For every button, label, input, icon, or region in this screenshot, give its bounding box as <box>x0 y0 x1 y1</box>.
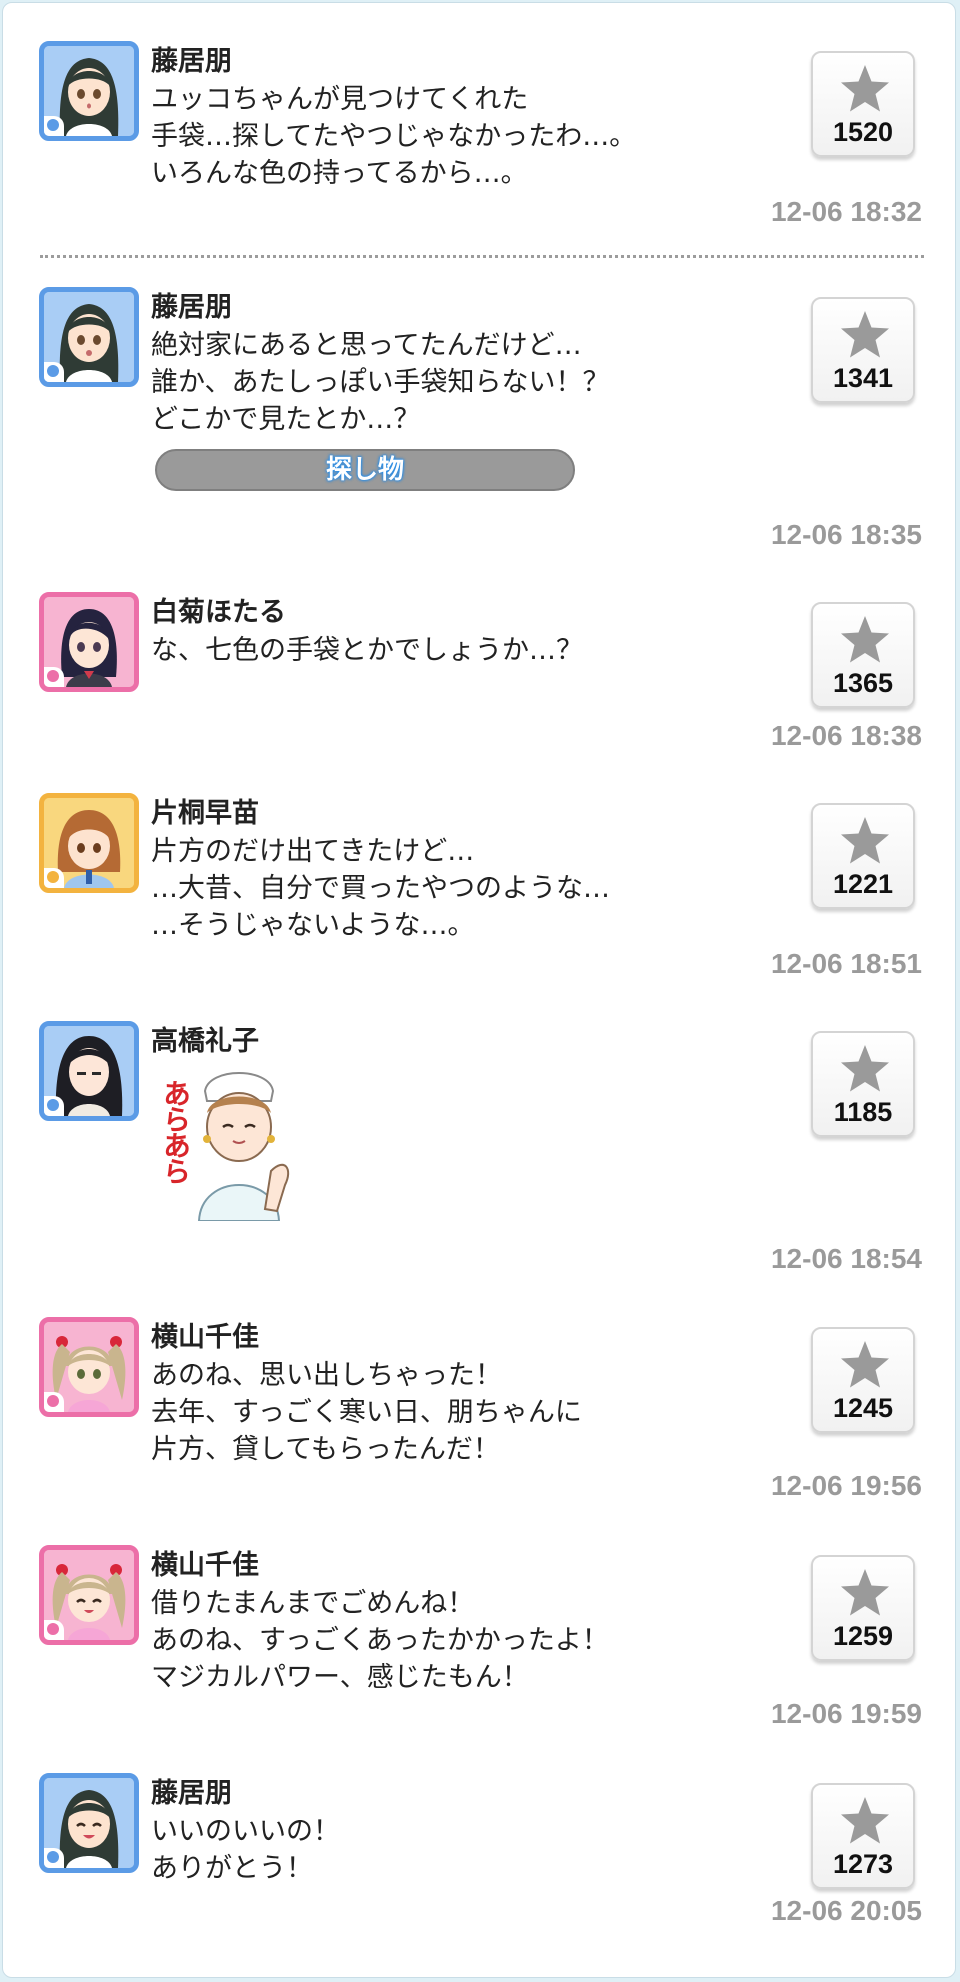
hashtag-button[interactable]: 探し物 <box>155 449 575 491</box>
author-name: 横山千佳 <box>151 1322 259 1353</box>
author-name: 藤居朋 <box>151 46 232 77</box>
star-icon <box>841 65 889 112</box>
star-icon <box>841 616 889 663</box>
timestamp: 12-06 19:59 <box>770 1698 922 1729</box>
divider <box>40 255 924 258</box>
author-name: 藤居朋 <box>151 1778 232 1809</box>
avatar[interactable] <box>39 592 139 692</box>
avatar[interactable] <box>39 1021 139 1121</box>
like-count: 1245 <box>832 1393 894 1423</box>
like-button[interactable]: 1520 <box>811 51 915 157</box>
message-line: 絶対家にあると思ってたんだけど… <box>151 330 582 361</box>
diamond-icon <box>44 116 64 136</box>
like-count: 1365 <box>832 668 894 698</box>
like-button[interactable]: 1245 <box>811 1327 915 1433</box>
message-line: …そうじゃないような…。 <box>151 910 475 941</box>
star-icon <box>841 1341 889 1388</box>
avatar[interactable] <box>39 287 139 387</box>
like-button[interactable]: 1259 <box>811 1555 915 1661</box>
like-button[interactable]: 1273 <box>811 1783 915 1889</box>
message-line: ユッコちゃんが見つけてくれた <box>151 84 529 115</box>
diamond-icon <box>44 362 64 382</box>
like-count: 1185 <box>833 1097 893 1127</box>
message-text: 借りたまんまでごめんね！ あのね、すっごくあったかかったよ！ マジカルパワー、感… <box>151 1585 609 1696</box>
flower-icon <box>44 667 64 687</box>
message-text: いいのいいの！ ありがとう！ <box>151 1813 340 1887</box>
diamond-icon <box>44 1848 64 1868</box>
avatar[interactable] <box>39 1317 139 1417</box>
message-line: 誰か、あたしっぽい手袋知らない！？ <box>151 367 610 398</box>
timestamp: 12-06 18:32 <box>770 196 922 227</box>
message-line: 手袋…探してたやつじゃなかったわ…。 <box>151 121 637 152</box>
message-line: 片方、貸してもらったんだ！ <box>151 1434 500 1465</box>
like-count: 1520 <box>832 117 894 147</box>
avatar[interactable] <box>39 793 139 893</box>
avatar[interactable] <box>39 41 139 141</box>
timestamp: 12-06 19:56 <box>770 1470 922 1501</box>
message-line: …大昔、自分で買ったやつのような… <box>151 873 610 904</box>
sun-icon <box>44 868 64 888</box>
message-line: ありがとう！ <box>151 1853 313 1884</box>
message-text: 絶対家にあると思ってたんだけど… 誰か、あたしっぽい手袋知らない！？ どこかで見… <box>151 327 609 438</box>
message-line: な、七色の手袋とかでしょうか…？ <box>151 635 583 666</box>
author-name: 横山千佳 <box>151 1550 259 1581</box>
message-line: いろんな色の持ってるから…。 <box>151 158 528 189</box>
star-icon <box>841 817 889 864</box>
nurse-sticker: あらあら <box>153 1061 301 1221</box>
avatar[interactable] <box>39 1545 139 1645</box>
message-text: ユッコちゃんが見つけてくれた 手袋…探してたやつじゃなかったわ…。 いろんな色の… <box>151 81 636 192</box>
hashtag-label: 探し物 <box>325 455 404 485</box>
author-name: 片桐早苗 <box>151 798 259 829</box>
post-feed: 藤居朋 ユッコちゃんが見つけてくれた 手袋…探してたやつじゃなかったわ…。 いろ… <box>2 2 956 1978</box>
flower-icon <box>44 1392 64 1412</box>
star-icon <box>841 311 889 358</box>
like-button[interactable]: 1341 <box>811 297 915 403</box>
star-icon <box>841 1045 889 1092</box>
like-count: 1341 <box>832 363 894 393</box>
timestamp: 12-06 18:54 <box>770 1243 922 1274</box>
message-line: いいのいいの！ <box>151 1816 340 1847</box>
message-text: な、七色の手袋とかでしょうか…？ <box>151 632 583 669</box>
author-name: 高橋礼子 <box>151 1026 259 1057</box>
timestamp: 12-06 20:05 <box>770 1895 922 1926</box>
author-name: 白菊ほたる <box>151 597 286 628</box>
message-line: あのね、すっごくあったかかったよ！ <box>151 1625 609 1656</box>
message-line: どこかで見たとか…？ <box>151 404 421 435</box>
like-button[interactable]: 1365 <box>811 602 915 708</box>
like-count: 1259 <box>832 1621 894 1651</box>
message-line: マジカルパワー、感じたもん！ <box>151 1662 529 1693</box>
like-button[interactable]: 1221 <box>811 803 915 909</box>
message-line: 去年、すっごく寒い日、朋ちゃんに <box>151 1397 582 1428</box>
like-button[interactable]: 1185 <box>811 1031 915 1137</box>
timestamp: 12-06 18:35 <box>770 519 922 550</box>
message-text: あのね、思い出しちゃった！ 去年、すっごく寒い日、朋ちゃんに 片方、貸してもらっ… <box>151 1357 582 1468</box>
like-count: 1221 <box>832 869 894 899</box>
message-text: 片方のだけ出てきたけど… …大昔、自分で買ったやつのような… …そうじゃないよう… <box>151 833 610 944</box>
message-line: 借りたまんまでごめんね！ <box>151 1588 475 1619</box>
star-icon <box>841 1569 889 1616</box>
message-line: 片方のだけ出てきたけど… <box>151 836 475 867</box>
diamond-icon <box>44 1096 64 1116</box>
message-line: あのね、思い出しちゃった！ <box>151 1360 502 1391</box>
timestamp: 12-06 18:51 <box>770 948 922 979</box>
author-name: 藤居朋 <box>151 292 232 323</box>
avatar[interactable] <box>39 1773 139 1873</box>
like-count: 1273 <box>832 1849 894 1879</box>
sticker-illustration <box>197 1072 290 1221</box>
flower-icon <box>44 1620 64 1640</box>
timestamp: 12-06 18:38 <box>770 720 922 751</box>
star-icon <box>841 1797 889 1844</box>
